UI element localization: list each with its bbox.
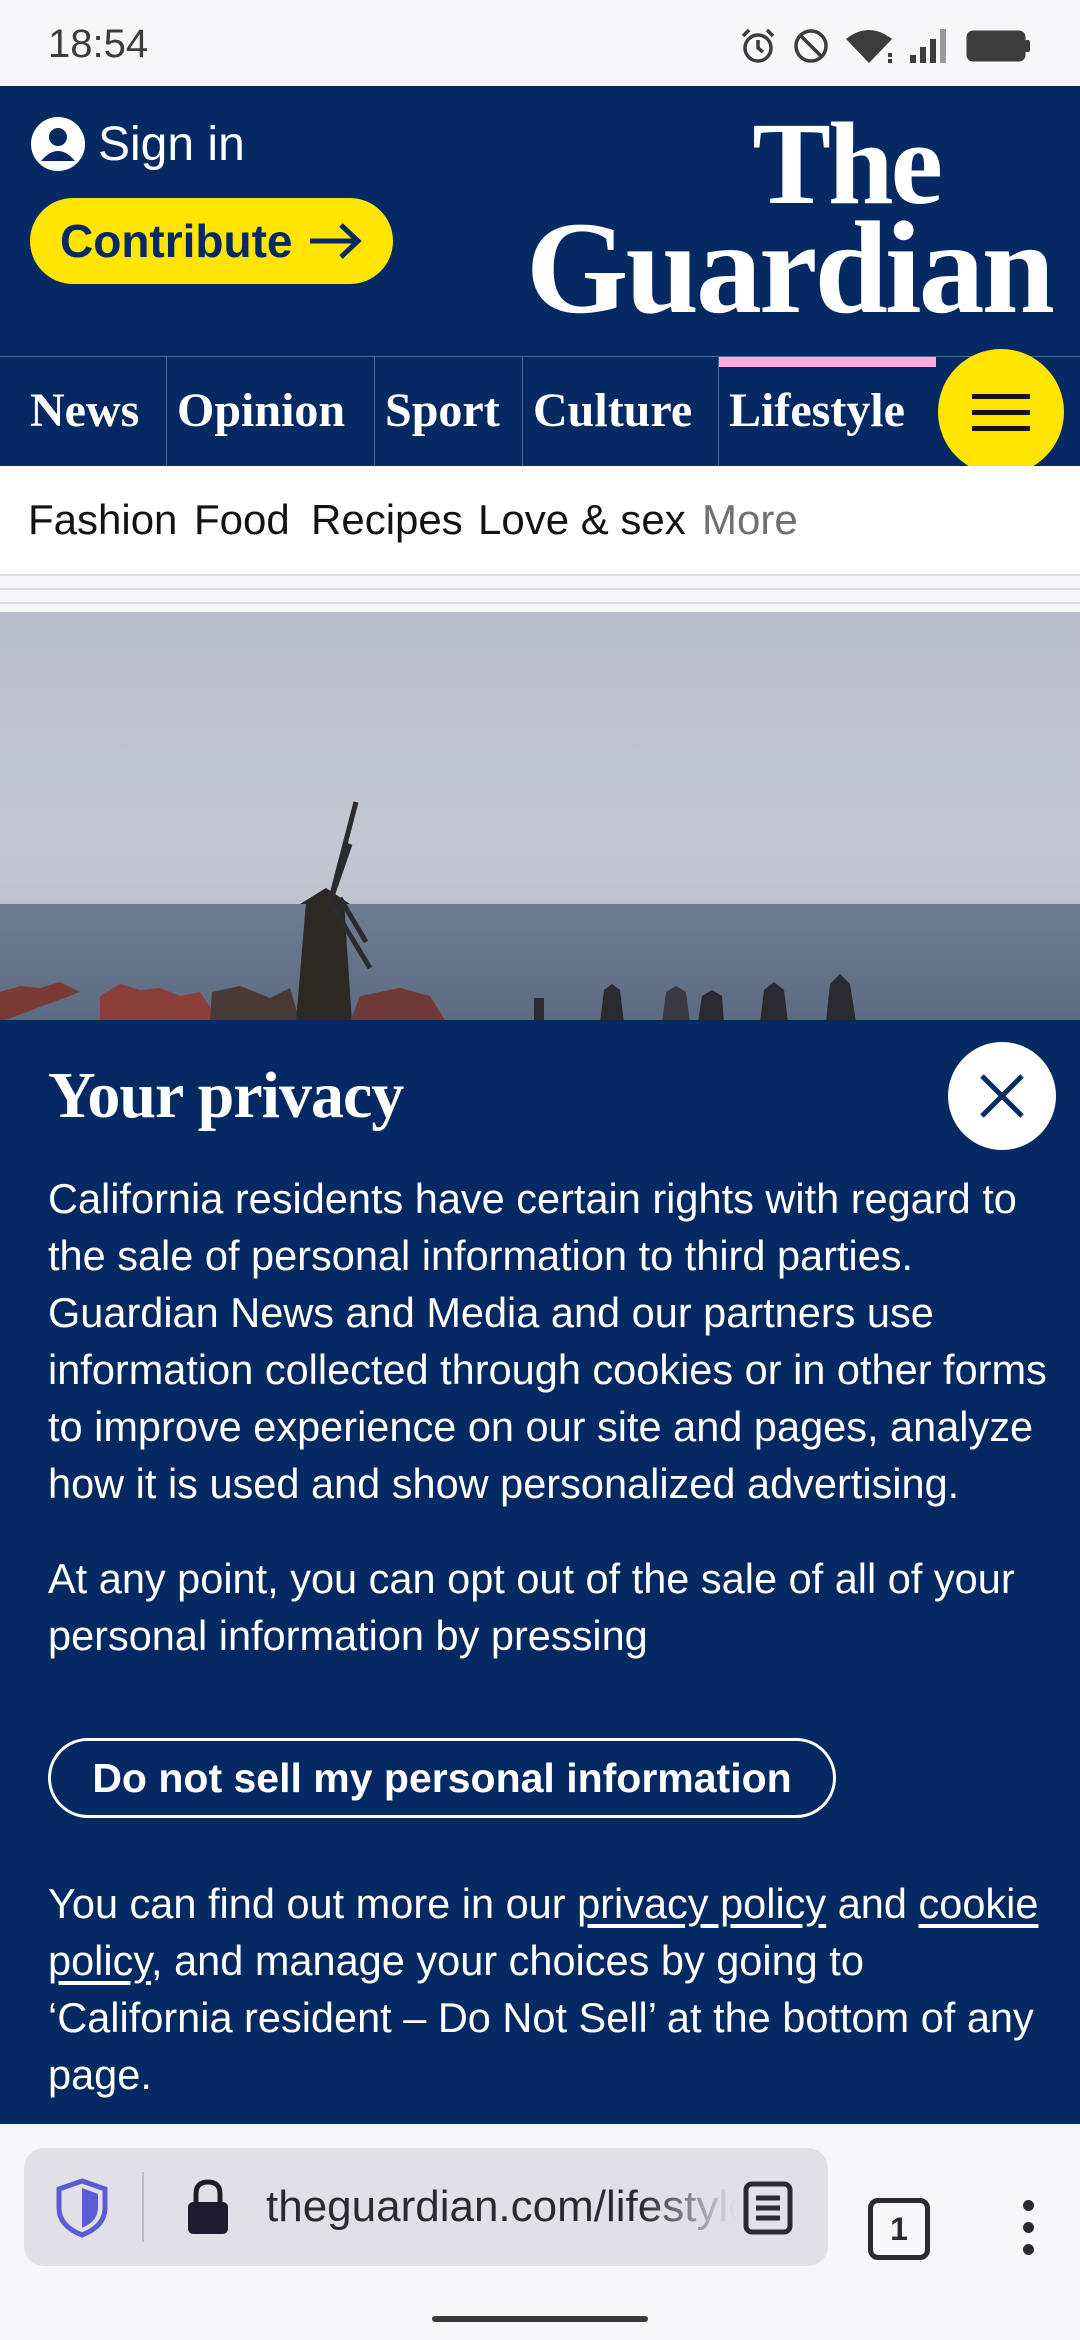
privacy-paragraph-3: You can find out more in our privacy pol…: [48, 1875, 1048, 2103]
wifi-icon: [846, 30, 892, 63]
paragraph-text: You can find out more in our: [48, 1880, 578, 1927]
arrow-right-icon: [309, 223, 362, 259]
pillar-nav: News Opinion Sport Culture Lifestyle: [0, 349, 1080, 475]
do-not-sell-button[interactable]: Do not sell my personal information: [48, 1738, 836, 1818]
close-icon: [980, 1074, 1024, 1118]
browser-toolbar: theguardian.com/lifestyle 1: [0, 2124, 1080, 2340]
status-icons: [738, 26, 1032, 66]
subnav-more[interactable]: More: [702, 496, 798, 544]
overflow-menu-icon[interactable]: [1018, 2200, 1038, 2255]
tab-counter-button[interactable]: 1: [868, 2198, 930, 2260]
sign-in-label: Sign in: [98, 117, 245, 171]
pillar-news[interactable]: News: [0, 357, 166, 467]
divider: [142, 2172, 144, 2242]
reader-view-icon[interactable]: [742, 2180, 794, 2236]
pillar-label: Opinion: [177, 384, 346, 437]
logo-line-2: Guardian: [525, 194, 1055, 342]
privacy-paragraph-2: At any point, you can opt out of the sal…: [48, 1555, 1015, 1659]
pillar-lifestyle[interactable]: Lifestyle: [718, 357, 936, 467]
hero-image[interactable]: [0, 612, 1080, 1022]
privacy-dialog: Your privacy California residents have c…: [0, 1020, 1080, 2124]
lock-icon[interactable]: [184, 2178, 232, 2236]
url-text[interactable]: theguardian.com/lifestyle: [266, 2182, 736, 2232]
pillar-sport[interactable]: Sport: [374, 357, 522, 467]
pillar-label: Lifestyle: [729, 384, 905, 437]
alarm-icon: [741, 28, 775, 63]
subnav-fashion[interactable]: Fashion: [28, 496, 177, 544]
pillar-culture[interactable]: Culture: [522, 357, 718, 467]
status-time: 18:54: [48, 22, 149, 66]
paragraph-text: , and manage your choices by going to ‘C…: [48, 1937, 1034, 2098]
pillar-label: Sport: [385, 384, 500, 437]
divider: [0, 574, 1080, 576]
privacy-paragraph-1: California residents have certain rights…: [48, 1175, 1047, 1507]
sign-in-link[interactable]: Sign in: [30, 116, 245, 172]
home-indicator[interactable]: [432, 2316, 648, 2322]
contribute-label: Contribute: [60, 215, 293, 267]
battery-icon: [966, 30, 1030, 62]
windmill-scene: [0, 801, 856, 1022]
divider: [0, 602, 1080, 604]
hamburger-icon: [972, 393, 1030, 399]
pillar-label: News: [30, 384, 140, 437]
user-icon: [31, 117, 85, 171]
privacy-title: Your privacy: [48, 1059, 404, 1132]
divider: [0, 588, 1080, 590]
signal-icon: [910, 29, 946, 63]
menu-button[interactable]: [938, 349, 1064, 475]
close-button[interactable]: [948, 1042, 1056, 1150]
url-bar[interactable]: theguardian.com/lifestyle: [24, 2148, 828, 2266]
pillar-opinion[interactable]: Opinion: [166, 357, 374, 467]
subnav-love-and-sex[interactable]: Love & sex: [478, 496, 686, 544]
contribute-button[interactable]: Contribute: [30, 198, 393, 284]
subnav-food[interactable]: Food: [194, 496, 290, 544]
shield-icon[interactable]: [54, 2178, 110, 2238]
paragraph-text: and: [826, 1880, 919, 1927]
status-bar: 18:54: [0, 0, 1080, 86]
guardian-logo[interactable]: The Guardian: [522, 104, 1055, 342]
subnav-recipes[interactable]: Recipes: [311, 496, 463, 544]
site-header: Sign in Contribute The Guardian: [0, 86, 1080, 356]
do-not-disturb-icon: [794, 29, 828, 63]
pillar-label: Culture: [533, 384, 693, 437]
lifestyle-subnav: Fashion Food Recipes Love & sex More: [0, 466, 1080, 574]
privacy-policy-link[interactable]: privacy policy: [577, 1880, 826, 1927]
